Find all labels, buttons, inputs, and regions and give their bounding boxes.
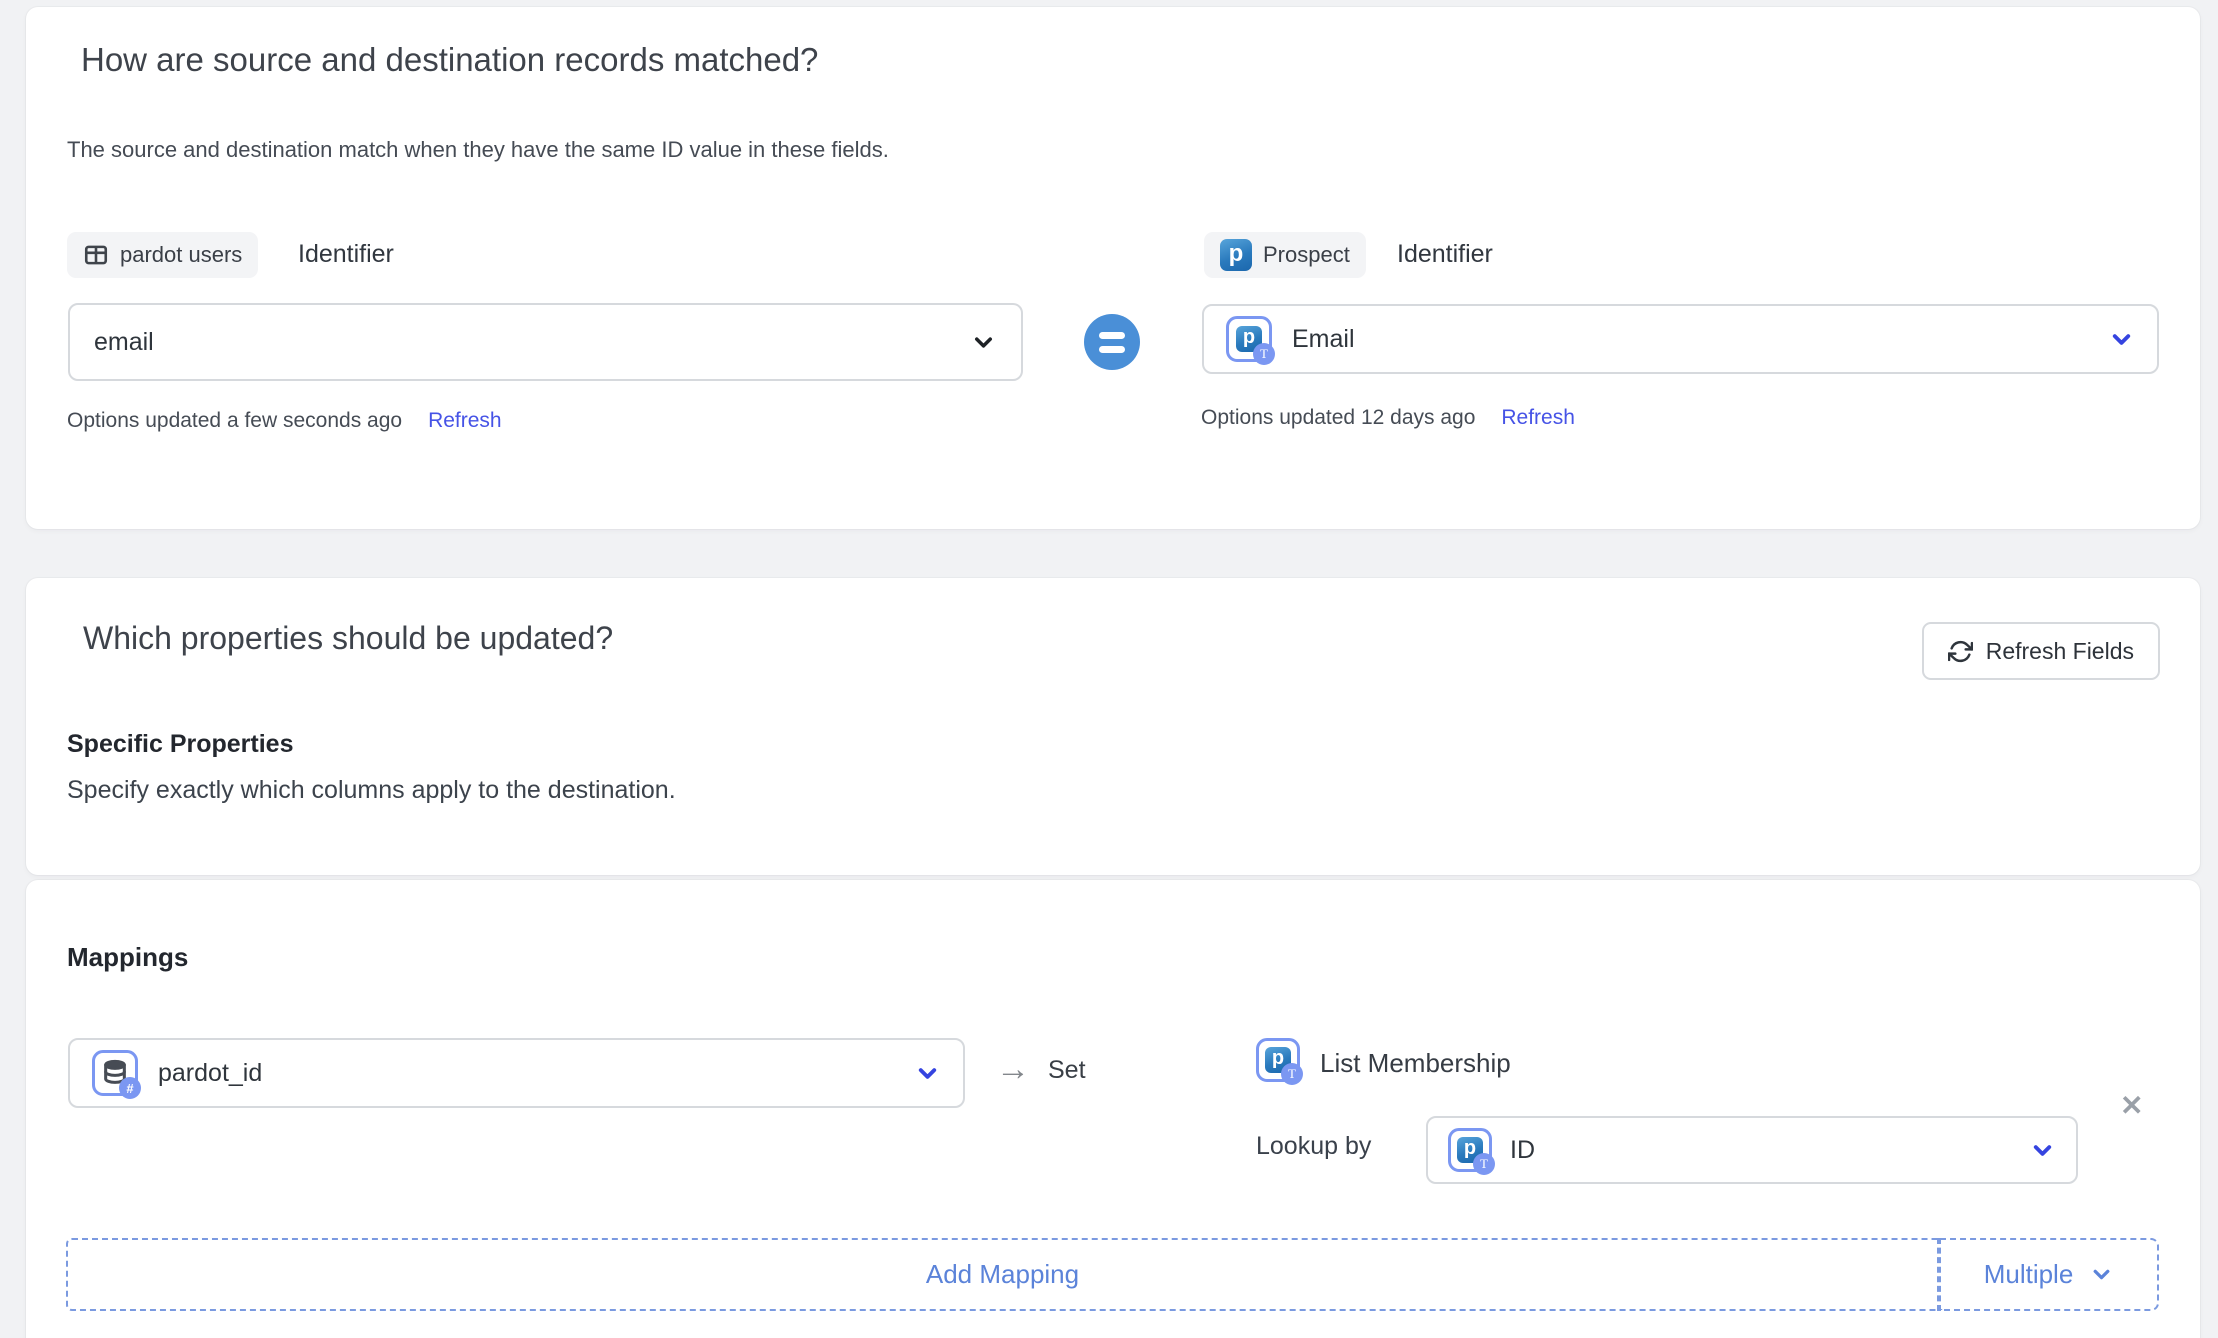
pardot-text-field-icon: p T (1226, 316, 1272, 362)
properties-card-title: Which properties should be updated? (83, 620, 613, 657)
source-model-badge-label: pardot users (120, 242, 242, 268)
chevron-down-icon (914, 1060, 941, 1087)
source-options-updated-text: Options updated a few seconds ago (67, 409, 402, 433)
match-card-title: How are source and destination records m… (81, 41, 818, 79)
destination-object-badge-label: Prospect (1263, 242, 1350, 268)
match-card: How are source and destination records m… (26, 7, 2200, 529)
multiple-mapping-dropdown-button[interactable]: Multiple (1939, 1238, 2159, 1311)
destination-object-badge: p Prospect (1204, 232, 1366, 278)
source-options-updated-row: Options updated a few seconds ago Refres… (67, 409, 502, 433)
pardot-text-field-icon: p T (1256, 1038, 1300, 1082)
sync-configuration-page: How are source and destination records m… (0, 0, 2218, 1338)
destination-identifier-label: Identifier (1397, 240, 1493, 269)
destination-identifier-select[interactable]: p T Email (1202, 304, 2159, 374)
lookup-by-label: Lookup by (1256, 1132, 1371, 1161)
add-mapping-label: Add Mapping (926, 1259, 1079, 1290)
pardot-logo-icon: p (1220, 239, 1252, 271)
database-number-field-icon: # (92, 1050, 138, 1096)
destination-refresh-link[interactable]: Refresh (1501, 406, 1575, 430)
lookup-by-value: ID (1510, 1136, 1535, 1165)
refresh-fields-button[interactable]: Refresh Fields (1922, 622, 2160, 680)
mapping-source-select[interactable]: # pardot_id (68, 1038, 965, 1108)
pardot-text-field-icon: p T (1448, 1128, 1492, 1172)
specific-properties-heading: Specific Properties (67, 730, 293, 759)
chevron-down-icon (2089, 1262, 2114, 1287)
mapping-destination-label: List Membership (1320, 1048, 1511, 1079)
source-identifier-label: Identifier (298, 240, 394, 269)
mapping-operation-label: Set (1048, 1056, 1086, 1085)
add-mapping-button[interactable]: Add Mapping (66, 1238, 1939, 1311)
lookup-by-select[interactable]: p T ID (1426, 1116, 2078, 1184)
multiple-label: Multiple (1984, 1259, 2074, 1290)
mappings-heading: Mappings (67, 942, 188, 973)
arrow-right-icon: → (996, 1052, 1030, 1086)
refresh-fields-label: Refresh Fields (1986, 638, 2134, 665)
destination-identifier-value: Email (1292, 325, 1355, 354)
equals-icon (1084, 314, 1140, 370)
table-icon (83, 242, 109, 268)
chevron-down-icon (2029, 1137, 2056, 1164)
source-refresh-link[interactable]: Refresh (428, 409, 502, 433)
refresh-icon (1948, 639, 1973, 664)
mapping-source-value: pardot_id (158, 1059, 262, 1088)
chevron-down-icon (970, 329, 997, 356)
match-card-subtitle: The source and destination match when th… (67, 137, 889, 163)
text-type-badge: T (1253, 343, 1275, 365)
destination-options-updated-text: Options updated 12 days ago (1201, 406, 1475, 430)
source-model-badge: pardot users (67, 232, 258, 278)
source-identifier-select[interactable]: email (68, 303, 1023, 381)
destination-options-updated-row: Options updated 12 days ago Refresh (1201, 406, 1575, 430)
mappings-card: Mappings # pardot_id → Set p T List Memb… (26, 880, 2200, 1338)
specific-properties-description: Specify exactly which columns apply to t… (67, 776, 676, 805)
text-type-badge: T (1473, 1153, 1495, 1175)
text-type-badge: T (1281, 1063, 1303, 1085)
number-type-badge: # (119, 1077, 141, 1099)
chevron-down-icon (2108, 326, 2135, 353)
properties-card: Which properties should be updated? Refr… (26, 578, 2200, 875)
source-identifier-value: email (94, 328, 154, 357)
remove-mapping-button[interactable]: ✕ (2120, 1092, 2143, 1120)
